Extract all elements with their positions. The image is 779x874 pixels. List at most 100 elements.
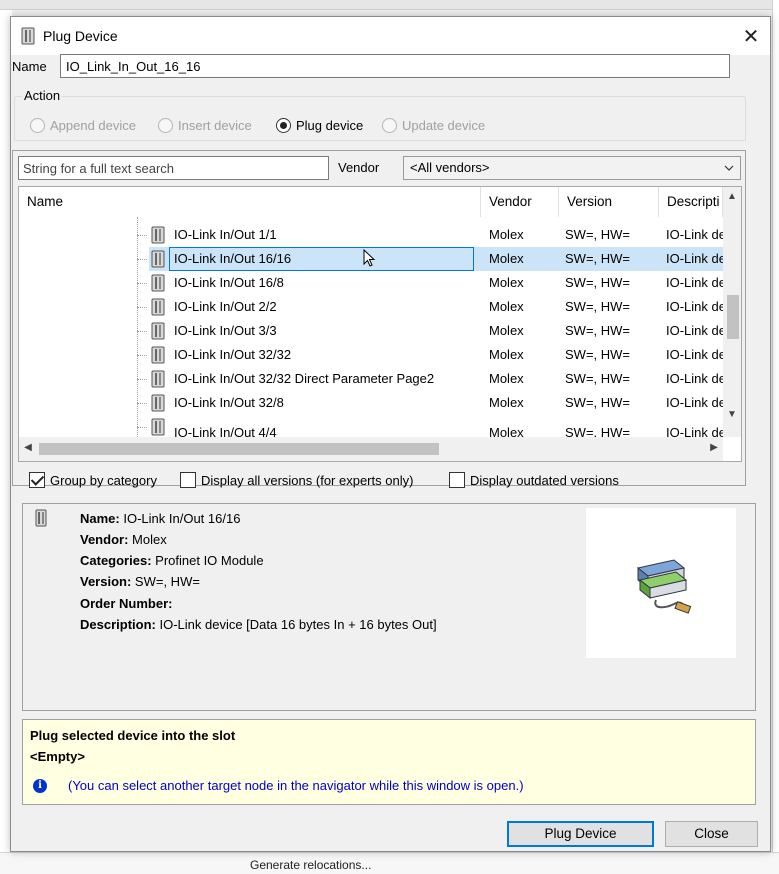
vertical-scrollbar[interactable]: ▲ ▼ bbox=[723, 187, 741, 437]
row-name: IO-Link In/Out 3/3 bbox=[174, 323, 277, 338]
row-version: SW=, HW= bbox=[565, 299, 631, 314]
radio-label: Update device bbox=[402, 117, 486, 133]
group-by-category-option[interactable]: Group by category bbox=[29, 471, 157, 489]
row-name: IO-Link In/Out 32/8 bbox=[174, 395, 284, 410]
vendor-label: Vendor bbox=[338, 160, 380, 175]
tree-connector bbox=[137, 355, 147, 356]
background-app-bottom bbox=[0, 852, 779, 874]
device-module-icon bbox=[151, 322, 165, 340]
device-module-icon bbox=[151, 370, 165, 388]
row-vendor: Molex bbox=[489, 251, 524, 266]
row-name: IO-Link In/Out 2/2 bbox=[174, 299, 277, 314]
table-row[interactable]: IO-Link In/Out 3/3 Molex SW=, HW= IO-Lin… bbox=[19, 319, 723, 343]
row-description: IO-Link de bbox=[666, 425, 723, 437]
device-module-icon bbox=[151, 226, 165, 244]
hint-slot-value: <Empty> bbox=[30, 749, 85, 764]
row-version: SW=, HW= bbox=[565, 395, 631, 410]
device-module-icon bbox=[35, 509, 47, 527]
scrollbar-thumb[interactable] bbox=[39, 443, 439, 455]
row-description: IO-Link de bbox=[666, 347, 723, 362]
radio-label: Insert device bbox=[178, 117, 252, 133]
row-name: IO-Link In/Out 32/32 bbox=[174, 347, 292, 362]
radio-button[interactable] bbox=[30, 117, 45, 133]
plug-device-button[interactable]: Plug Device bbox=[507, 821, 654, 847]
vendor-dropdown[interactable]: <All vendors> bbox=[403, 156, 741, 180]
display-all-versions-option[interactable]: Display all versions (for experts only) bbox=[180, 471, 413, 489]
row-vendor: Molex bbox=[489, 275, 524, 290]
radio-button[interactable] bbox=[382, 117, 397, 133]
row-description: IO-Link de bbox=[666, 275, 723, 290]
detail-categories: Categories: Profinet IO Module bbox=[80, 553, 264, 568]
row-name: IO-Link In/Out 32/32 Direct Parameter Pa… bbox=[174, 371, 435, 386]
column-header-name[interactable]: Name bbox=[19, 187, 481, 217]
radio-append-device[interactable]: Append device bbox=[30, 116, 136, 134]
group-by-category-checkbox[interactable] bbox=[29, 472, 45, 488]
background-menu-item[interactable]: Generate relocations... bbox=[250, 858, 371, 872]
radio-label: Append device bbox=[50, 117, 137, 133]
checkbox-label: Display all versions (for experts only) bbox=[201, 472, 414, 488]
hint-note: (You can select another target node in t… bbox=[68, 778, 524, 793]
device-module-icon bbox=[151, 346, 165, 364]
column-header-version[interactable]: Version bbox=[559, 187, 659, 217]
scroll-left-icon[interactable]: ◀ bbox=[19, 442, 37, 453]
detail-vendor: Vendor: Molex bbox=[80, 532, 167, 547]
tree-connector bbox=[137, 307, 147, 308]
row-vendor: Molex bbox=[489, 347, 524, 362]
device-preview-image bbox=[586, 508, 736, 658]
table-row[interactable]: IO-Link In/Out 1/1 Molex SW=, HW= IO-Lin… bbox=[19, 223, 723, 247]
row-vendor: Molex bbox=[489, 371, 524, 386]
radio-insert-device[interactable]: Insert device bbox=[158, 116, 252, 134]
scroll-up-icon[interactable]: ▲ bbox=[723, 191, 741, 202]
table-row[interactable]: IO-Link In/Out 2/2 Molex SW=, HW= IO-Lin… bbox=[19, 295, 723, 319]
network-device-icon bbox=[636, 559, 692, 614]
scrollbar-thumb[interactable] bbox=[727, 295, 739, 339]
checkbox-label: Group by category bbox=[50, 472, 157, 488]
scroll-right-icon[interactable]: ▶ bbox=[705, 442, 723, 453]
detail-description: Description: IO-Link device [Data 16 byt… bbox=[80, 617, 437, 632]
scroll-down-icon[interactable]: ▼ bbox=[723, 409, 741, 420]
row-name: IO-Link In/Out 16/16 bbox=[174, 251, 292, 266]
row-description: IO-Link de bbox=[666, 299, 723, 314]
tree-connector bbox=[137, 259, 147, 260]
table-row[interactable]: IO-Link In/Out 32/32 Molex SW=, HW= IO-L… bbox=[19, 343, 723, 367]
device-module-icon bbox=[151, 298, 165, 316]
row-vendor: Molex bbox=[489, 299, 524, 314]
chevron-down-icon[interactable] bbox=[724, 161, 734, 175]
tree-connector bbox=[137, 403, 147, 404]
table-row[interactable]: IO-Link In/Out 32/8 Molex SW=, HW= IO-Li… bbox=[19, 391, 723, 415]
hint-title: Plug selected device into the slot bbox=[30, 728, 236, 743]
row-description: IO-Link de bbox=[666, 251, 723, 266]
radio-update-device[interactable]: Update device bbox=[382, 116, 485, 134]
column-header-description[interactable]: Descripti bbox=[659, 187, 723, 217]
horizontal-scrollbar[interactable]: ◀ ▶ bbox=[19, 437, 723, 461]
search-input[interactable] bbox=[18, 156, 329, 180]
radio-plug-device[interactable]: Plug device bbox=[276, 116, 363, 134]
radio-button[interactable] bbox=[276, 117, 291, 133]
row-vendor: Molex bbox=[489, 323, 524, 338]
close-button[interactable]: Close bbox=[665, 821, 758, 847]
column-header-vendor[interactable]: Vendor bbox=[481, 187, 559, 217]
dialog-title: Plug Device bbox=[43, 28, 118, 44]
table-row[interactable]: IO-Link In/Out 16/8 Molex SW=, HW= IO-Li… bbox=[19, 271, 723, 295]
checkbox-label: Display outdated versions bbox=[470, 472, 619, 488]
row-version: SW=, HW= bbox=[565, 323, 631, 338]
display-outdated-checkbox[interactable] bbox=[449, 472, 465, 488]
radio-button[interactable] bbox=[158, 117, 173, 133]
row-name: IO-Link In/Out 1/1 bbox=[174, 227, 277, 242]
device-tree-table[interactable]: Name Vendor Version Descripti IO-Link In… bbox=[18, 186, 742, 462]
dialog-titlebar: Plug Device ✕ bbox=[11, 17, 770, 55]
row-description: IO-Link de bbox=[666, 395, 723, 410]
close-icon[interactable]: ✕ bbox=[733, 23, 769, 51]
row-name: IO-Link In/Out 16/8 bbox=[174, 275, 284, 290]
tree-connector bbox=[137, 283, 147, 284]
name-field[interactable] bbox=[60, 54, 730, 78]
table-row[interactable]: IO-Link In/Out 32/32 Direct Parameter Pa… bbox=[19, 367, 723, 391]
mouse-cursor-icon bbox=[363, 249, 376, 267]
tree-connector bbox=[137, 427, 147, 428]
info-icon: i bbox=[33, 779, 47, 793]
table-row[interactable]: IO-Link In/Out 4/4 Molex SW=, HW= IO-Lin… bbox=[19, 415, 723, 437]
table-row-selected[interactable]: IO-Link In/Out 16/16 Molex SW=, HW= IO-L… bbox=[19, 247, 723, 271]
vendor-selected-value: <All vendors> bbox=[410, 160, 490, 175]
display-outdated-option[interactable]: Display outdated versions bbox=[449, 471, 619, 489]
display-all-versions-checkbox[interactable] bbox=[180, 472, 196, 488]
